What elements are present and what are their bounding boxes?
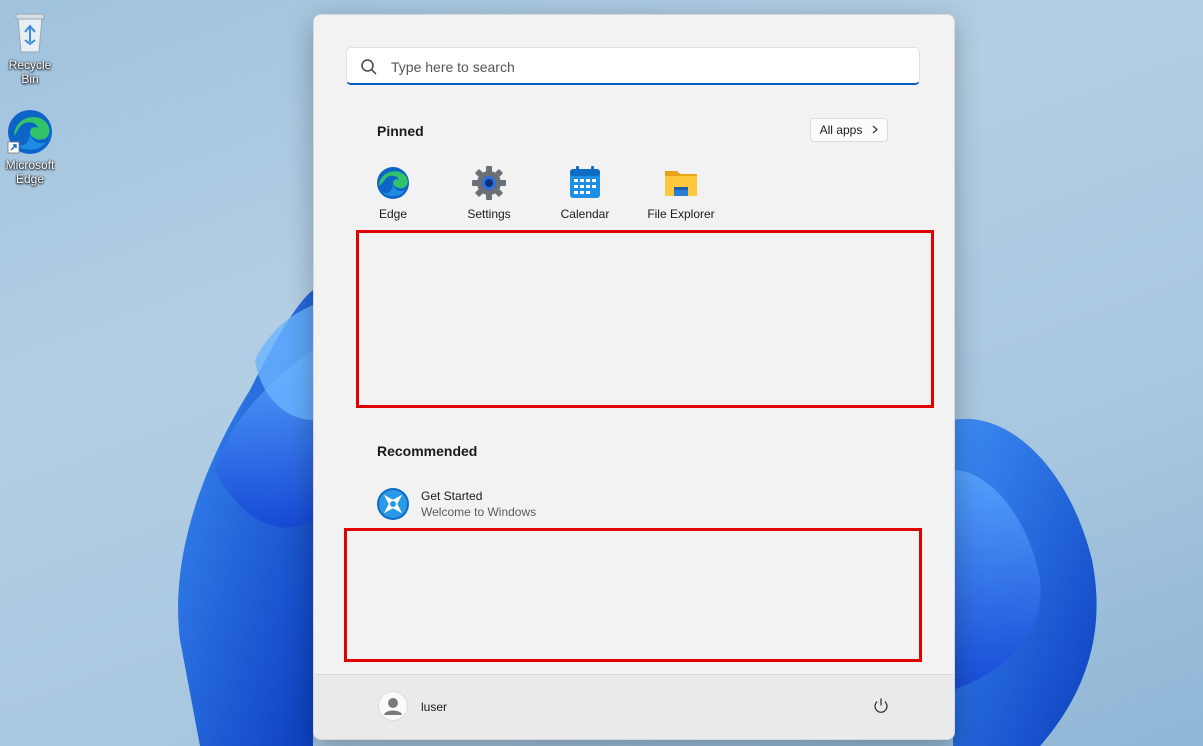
pinned-app-calendar[interactable]: Calendar (537, 165, 633, 221)
pinned-app-settings[interactable]: Settings (441, 165, 537, 221)
highlight-box-recommended (344, 528, 922, 662)
folder-icon (663, 165, 699, 201)
recommended-item-title: Get Started (421, 489, 483, 503)
get-started-icon (376, 487, 410, 521)
search-box[interactable] (346, 47, 920, 85)
pinned-app-edge[interactable]: Edge (345, 165, 441, 221)
highlight-box-pinned (356, 230, 934, 408)
search-icon (360, 58, 378, 76)
desktop-icon-microsoft-edge[interactable]: Microsoft Edge (0, 108, 60, 186)
edge-icon (6, 108, 54, 156)
calendar-icon (567, 165, 603, 201)
desktop-icon-label: Recycle Bin (8, 58, 52, 86)
desktop-icon-label: Microsoft Edge (5, 158, 55, 186)
gear-icon (471, 165, 507, 201)
user-name[interactable]: luser (421, 700, 447, 714)
chevron-right-icon (872, 123, 879, 137)
recommended-item-subtitle: Welcome to Windows (421, 505, 537, 519)
user-icon (384, 698, 402, 715)
search-input[interactable] (389, 55, 893, 79)
edge-icon (375, 165, 411, 201)
all-apps-button[interactable]: All apps (810, 118, 888, 142)
pinned-app-label: Calendar (560, 207, 610, 221)
all-apps-label: All apps (819, 123, 863, 137)
recycle-bin-icon (6, 8, 54, 56)
recommended-item-get-started[interactable]: Get Started Welcome to Windows (374, 483, 674, 523)
pinned-title: Pinned (377, 123, 424, 139)
pinned-app-label: Settings (467, 207, 511, 221)
avatar[interactable] (378, 691, 408, 721)
recommended-title: Recommended (377, 443, 478, 459)
pinned-app-file-explorer[interactable]: File Explorer (633, 165, 729, 221)
pinned-app-label: Edge (378, 207, 408, 221)
desktop-icon-recycle-bin[interactable]: Recycle Bin (0, 8, 60, 86)
power-icon[interactable] (872, 697, 890, 715)
start-footer: luser (314, 674, 954, 739)
start-menu: Pinned All apps Edge (313, 14, 955, 740)
pinned-app-label: File Explorer (647, 207, 715, 221)
